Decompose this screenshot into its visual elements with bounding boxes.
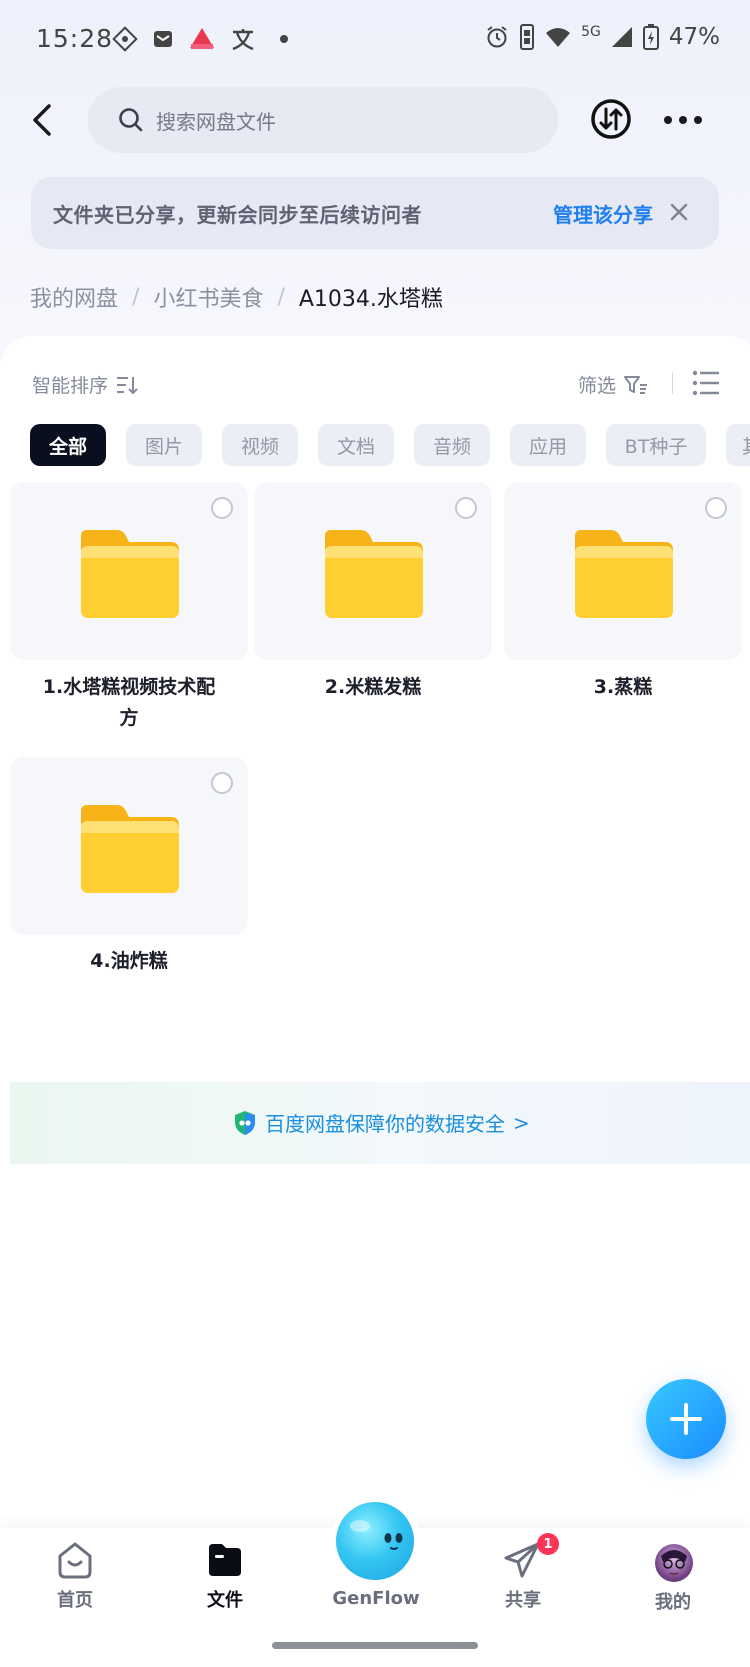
genflow-button[interactable] [336, 1502, 414, 1580]
folder-name: 1.水塔糕视频技术配 方 [10, 672, 248, 734]
filter-label: 筛选 [578, 375, 617, 397]
select-radio[interactable] [705, 497, 727, 519]
avatar-face-icon [661, 1550, 687, 1575]
translate-icon [232, 29, 254, 51]
nav-home-label: 首页 [57, 1590, 93, 1611]
nav-genflow-label: GenFlow [332, 1588, 420, 1609]
cellular-icon [611, 27, 632, 47]
status-right: 5G 47% [485, 24, 720, 50]
chip-images[interactable]: 图片 [126, 424, 202, 466]
chip-videos[interactable]: 视频 [222, 424, 298, 466]
avatar[interactable] [655, 1544, 693, 1582]
alarm-icon [487, 26, 507, 48]
folder-card[interactable] [10, 757, 248, 935]
network-label: 5G [581, 24, 601, 40]
chip-apps[interactable]: 应用 [510, 424, 586, 466]
more-dot-icon [694, 116, 702, 124]
select-radio[interactable] [211, 772, 233, 794]
home-icon [58, 1542, 92, 1579]
app-red-icon [190, 28, 214, 49]
search-input[interactable]: 搜索网盘文件 [88, 87, 558, 153]
breadcrumb-item-root[interactable]: 我的网盘 [30, 281, 118, 313]
transfer-icon [591, 99, 631, 139]
files-icon [209, 1544, 241, 1576]
folder-name: 3.蒸糕 [504, 672, 742, 703]
close-icon[interactable] [669, 202, 689, 222]
sort-button[interactable]: 智能排序 [32, 371, 138, 398]
share-banner-text: 文件夹已分享，更新会同步至后续访问者 [53, 203, 422, 227]
chip-bt-torrent[interactable]: BT种子 [606, 424, 706, 466]
more-dot-icon [664, 116, 672, 124]
folder-name-line: 方 [119, 707, 139, 729]
search-icon [118, 107, 144, 133]
nav-files[interactable]: 文件 [170, 1540, 280, 1612]
folder-name-line: 2.米糕发糕 [324, 676, 422, 698]
plus-icon [670, 1403, 702, 1435]
share-banner: 文件夹已分享，更新会同步至后续访问者 管理该分享 [31, 177, 719, 249]
toolbar-divider [672, 372, 673, 394]
folder-name-line: 4.油炸糕 [90, 950, 168, 972]
breadcrumb-current: A1034.水塔糕 [298, 287, 443, 312]
chip-documents[interactable]: 文档 [318, 424, 394, 466]
add-button[interactable] [646, 1379, 726, 1459]
wifi-icon [546, 28, 571, 47]
share-badge: 1 [537, 1533, 559, 1555]
folder-icon [81, 805, 179, 893]
vibrate-icon [520, 24, 535, 50]
list-view-icon[interactable] [692, 370, 720, 396]
manage-share-link[interactable]: 管理该分享 [553, 199, 653, 228]
nav-share[interactable]: 共享 [468, 1540, 578, 1612]
home-indicator[interactable] [272, 1642, 478, 1649]
folder-card[interactable] [254, 482, 492, 660]
mail-icon [154, 31, 172, 47]
sort-label: 智能排序 [32, 375, 109, 397]
battery-percent: 47% [668, 24, 720, 50]
folder-name-line: 1.水塔糕视频技术配 [42, 676, 216, 698]
filter-icon [624, 375, 648, 394]
folder-card[interactable] [504, 482, 742, 660]
nav-files-label: 文件 [207, 1590, 243, 1611]
filter-button[interactable]: 筛选 [578, 371, 648, 398]
status-left-icons [112, 26, 288, 52]
breadcrumb: 我的网盘 / 小红书美食 / A1034.水塔糕 [30, 281, 443, 313]
chevron-left-icon [33, 104, 51, 136]
security-text: 百度网盘保障你的数据安全 [265, 1112, 505, 1136]
genflow-face-icon [350, 1520, 403, 1550]
folder-icon [575, 530, 673, 618]
transfer-button[interactable] [590, 98, 632, 140]
more-button[interactable] [664, 108, 704, 132]
dot-icon [280, 35, 288, 43]
breadcrumb-separator: / [132, 284, 140, 310]
back-button[interactable] [22, 95, 62, 145]
breadcrumb-separator: / [277, 284, 285, 310]
chip-other[interactable]: 其 [726, 424, 750, 466]
chevron-right-icon: > [513, 1110, 530, 1135]
nav-mine-label: 我的 [655, 1592, 691, 1613]
chip-audio[interactable]: 音频 [414, 424, 490, 466]
chip-all[interactable]: 全部 [30, 424, 106, 466]
search-placeholder: 搜索网盘文件 [156, 109, 276, 134]
folder-icon [325, 530, 423, 618]
signal-diamond-icon [112, 26, 138, 52]
security-link[interactable]: 百度网盘保障你的数据安全 > [233, 1108, 530, 1137]
select-radio[interactable] [455, 497, 477, 519]
status-time: 15:28 [36, 24, 114, 53]
folder-name: 4.油炸糕 [10, 946, 248, 977]
nav-share-label: 共享 [505, 1590, 541, 1611]
battery-icon [642, 24, 659, 50]
more-dot-icon [679, 116, 687, 124]
shield-icon [235, 1110, 255, 1135]
folder-name: 2.米糕发糕 [254, 672, 492, 703]
folder-name-line: 3.蒸糕 [593, 676, 653, 698]
folder-card[interactable] [10, 482, 248, 660]
breadcrumb-item-parent[interactable]: 小红书美食 [153, 281, 263, 313]
folder-icon [81, 530, 179, 618]
nav-home[interactable]: 首页 [20, 1540, 130, 1612]
sort-icon [117, 376, 138, 394]
select-radio[interactable] [211, 497, 233, 519]
